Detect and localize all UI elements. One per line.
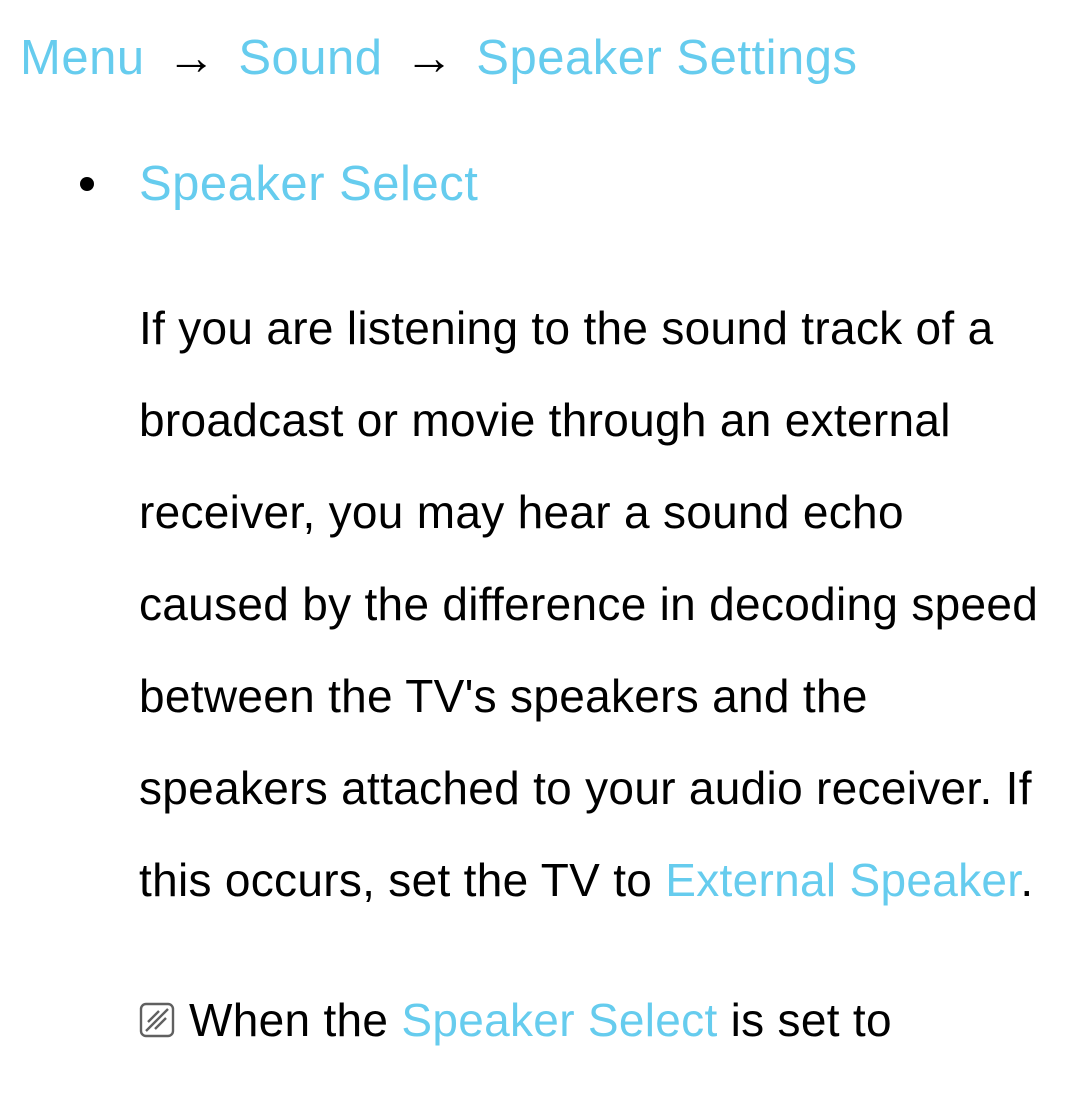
body-text-part1: If you are listening to the sound track … [139,302,1038,906]
breadcrumb: Menu → Sound → Speaker Settings [20,30,1060,86]
body-text-part2: . [1020,854,1033,906]
breadcrumb-sound[interactable]: Sound [238,31,382,85]
breadcrumb-arrow: → [167,31,217,85]
section-title: Speaker Select [139,156,478,212]
breadcrumb-speaker-settings[interactable]: Speaker Settings [476,31,857,85]
breadcrumb-menu[interactable]: Menu [20,31,145,85]
section-header-row: Speaker Select [80,156,1060,212]
note-text-part1: When the [189,994,401,1046]
external-speaker-label: External Speaker [665,854,1020,906]
body-paragraph: If you are listening to the sound track … [80,282,1060,926]
note-text-part2: is set to [718,994,892,1046]
note-row: When the Speaker Select is set to [80,974,1060,1070]
breadcrumb-arrow: → [405,31,455,85]
note-icon [139,976,175,1068]
content-area: Speaker Select If you are listening to t… [20,156,1060,1070]
bullet-icon [80,177,94,191]
note-speaker-select-label: Speaker Select [401,994,717,1046]
